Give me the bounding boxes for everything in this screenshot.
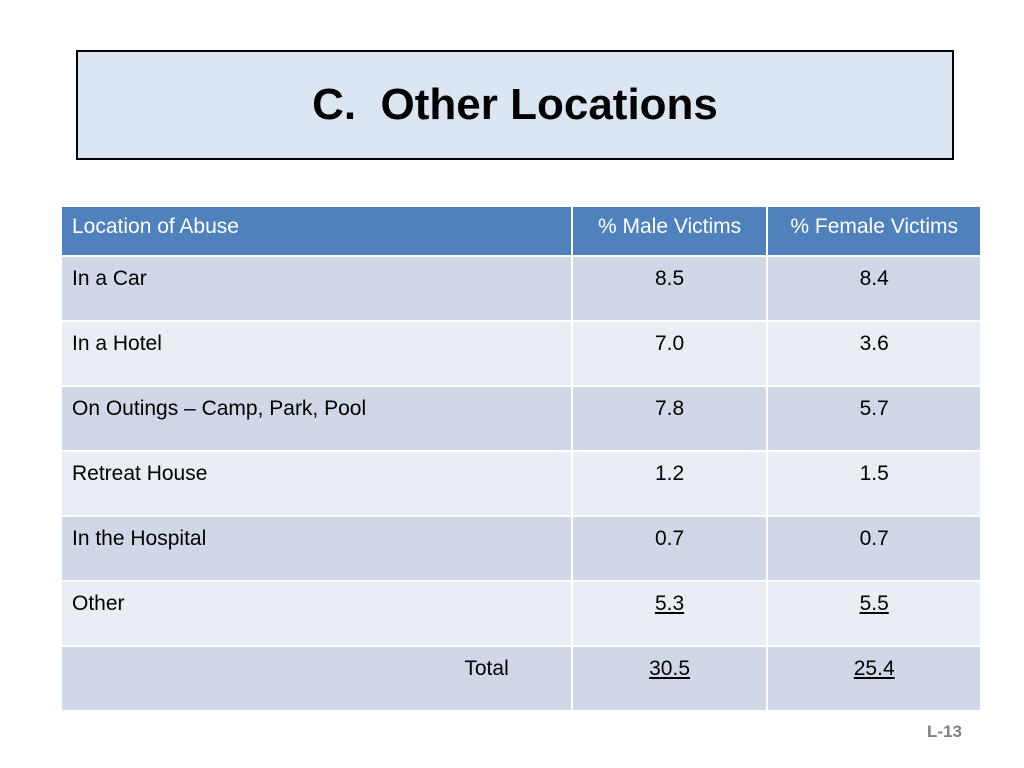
female-value: 5.7	[859, 397, 889, 420]
male-value: 5.3	[654, 592, 685, 615]
table-row: Other 5.3 5.5	[60, 580, 982, 647]
location-cell: Other	[60, 580, 573, 647]
table-row: On Outings – Camp, Park, Pool 7.8 5.7	[60, 385, 982, 452]
table-total-row: Total 30.5 25.4	[60, 645, 982, 712]
table-row: Retreat House 1.2 1.5	[60, 450, 982, 517]
male-value: 8.5	[654, 267, 685, 290]
total-label: Total	[60, 645, 573, 712]
total-male-value: 30.5	[649, 657, 690, 680]
male-value: 0.7	[654, 527, 685, 550]
female-value: 1.5	[859, 462, 889, 485]
female-value: 3.6	[859, 332, 889, 355]
locations-table: Location of Abuse % Male Victims % Femal…	[60, 205, 982, 712]
table-header-row: Location of Abuse % Male Victims % Femal…	[60, 205, 982, 257]
header-location: Location of Abuse	[60, 205, 573, 257]
female-value: 5.5	[859, 592, 889, 615]
location-cell: In a Car	[60, 255, 573, 322]
header-female-victims: % Female Victims	[766, 205, 982, 257]
table-row: In a Hotel 7.0 3.6	[60, 320, 982, 387]
total-female-value: 25.4	[853, 657, 895, 680]
location-cell: Retreat House	[60, 450, 573, 517]
female-value: 0.7	[859, 527, 889, 550]
header-male-victims: % Male Victims	[570, 205, 769, 257]
location-cell: On Outings – Camp, Park, Pool	[60, 385, 573, 452]
male-value: 1.2	[654, 462, 685, 485]
location-cell: In a Hotel	[60, 320, 573, 387]
male-value: 7.0	[654, 332, 685, 355]
slide-number: L-13	[927, 722, 962, 741]
male-value: 7.8	[654, 397, 685, 420]
slide: C. Other Locations Location of Abuse % M…	[0, 0, 1024, 768]
table-row: In a Car 8.5 8.4	[60, 255, 982, 322]
slide-title: C. Other Locations	[312, 80, 718, 129]
table-row: In the Hospital 0.7 0.7	[60, 515, 982, 582]
title-box: C. Other Locations	[76, 50, 954, 160]
location-cell: In the Hospital	[60, 515, 573, 582]
female-value: 8.4	[859, 267, 889, 290]
